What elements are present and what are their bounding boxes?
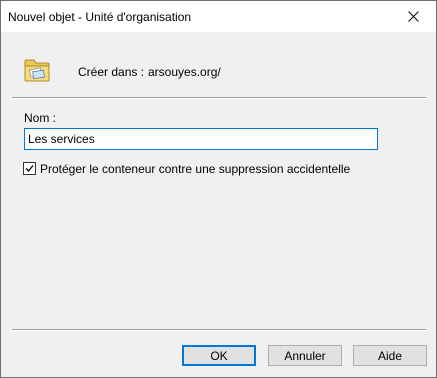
close-button[interactable] <box>390 1 436 32</box>
checkmark-icon <box>25 165 34 172</box>
dialog-window: Nouvel objet - Unité d'organisation Crée… <box>0 0 437 378</box>
name-input[interactable] <box>24 128 378 150</box>
create-in-label: Créer dans : <box>78 65 145 79</box>
close-icon <box>407 11 419 22</box>
footer-divider <box>12 329 426 331</box>
protect-container-option[interactable]: Protéger le conteneur contre une suppres… <box>23 161 350 176</box>
protect-container-checkbox[interactable] <box>23 162 36 175</box>
cancel-button[interactable]: Annuler <box>268 345 342 366</box>
dialog-header: Créer dans : arsouyes.org/ <box>1 32 436 97</box>
folder-ou-icon <box>24 59 50 82</box>
protect-container-label: Protéger le conteneur contre une suppres… <box>40 161 351 176</box>
help-button[interactable]: Aide <box>353 345 427 366</box>
name-label: Nom : <box>24 111 57 125</box>
create-in-path: arsouyes.org/ <box>148 65 221 79</box>
header-divider <box>12 97 426 99</box>
ok-button[interactable]: OK <box>182 345 256 366</box>
title-bar[interactable]: Nouvel objet - Unité d'organisation <box>1 1 436 32</box>
window-title: Nouvel objet - Unité d'organisation <box>8 10 192 24</box>
